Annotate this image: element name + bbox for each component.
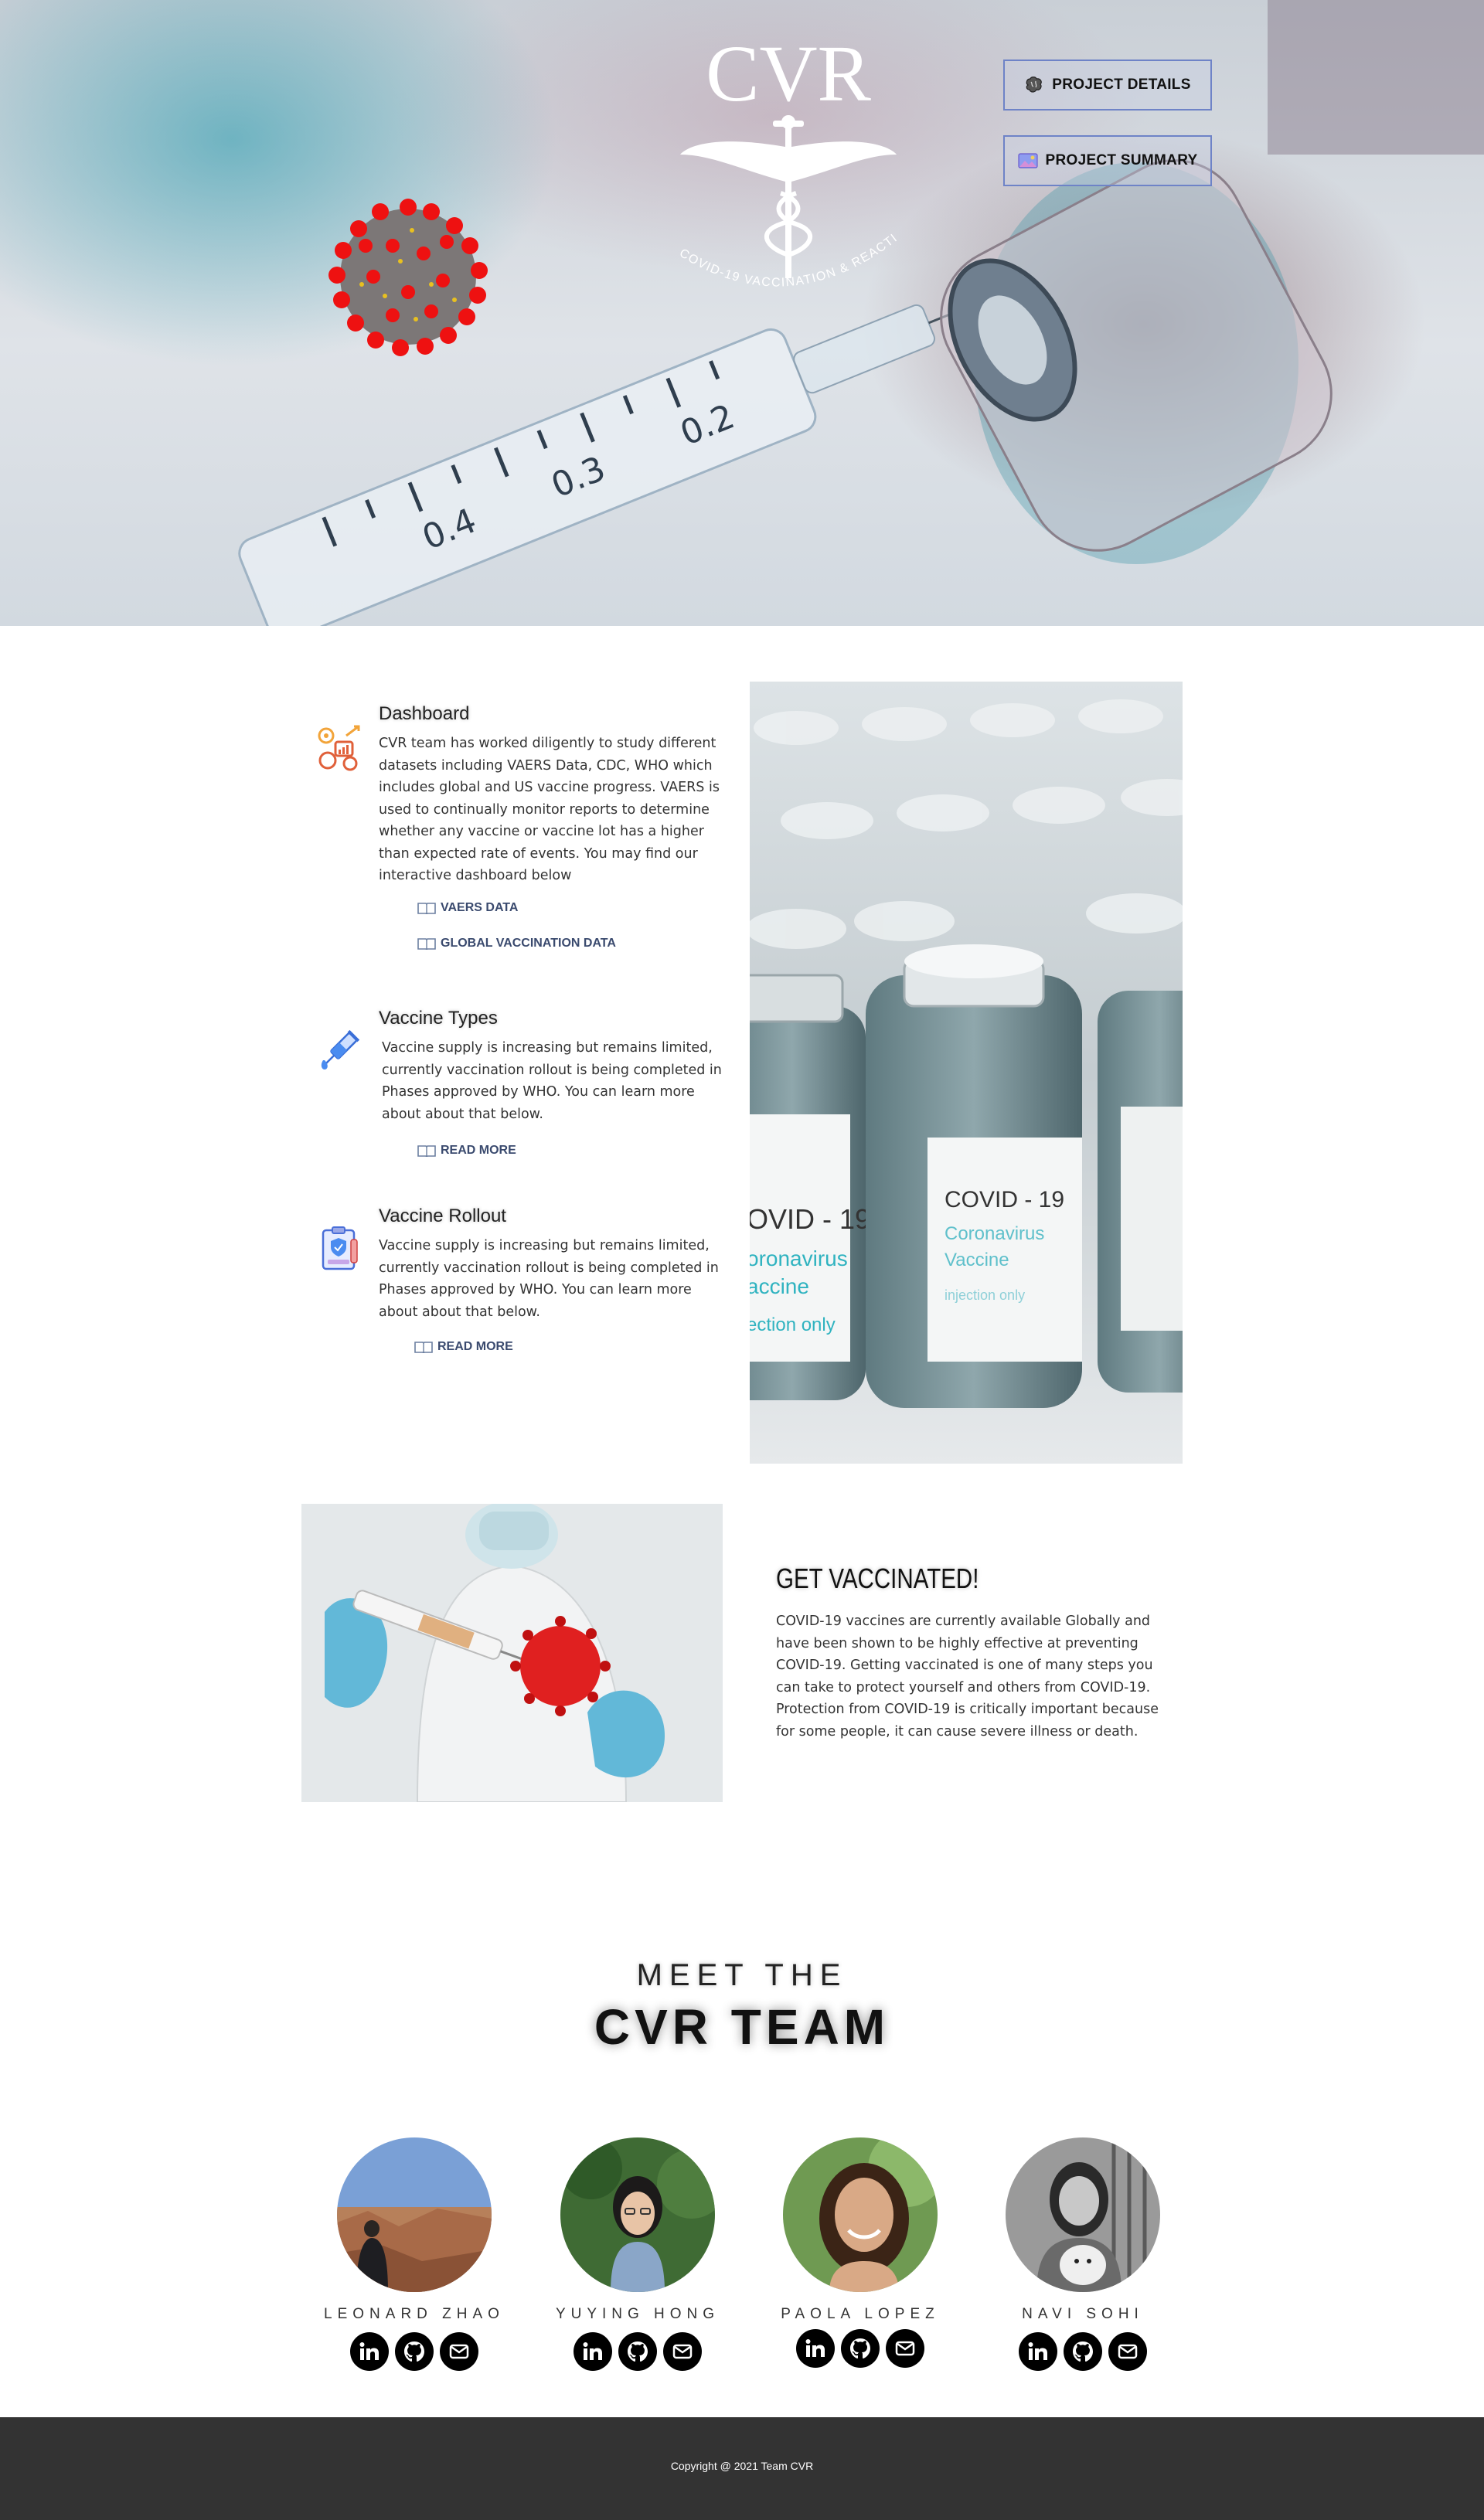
email-icon[interactable] bbox=[886, 2329, 924, 2368]
feature-vaccine-rollout: Vaccine Rollout Vaccine supply is increa… bbox=[315, 1206, 725, 1368]
project-summary-label: PROJECT SUMMARY bbox=[1045, 152, 1198, 168]
member-name: PAOLA LOPEZ bbox=[781, 2306, 940, 2322]
svg-text:ection only: ection only bbox=[750, 1314, 836, 1335]
book-icon bbox=[417, 938, 436, 950]
vaccine-types-read-more-link[interactable]: READ MORE bbox=[417, 1144, 516, 1158]
email-icon[interactable] bbox=[663, 2332, 702, 2371]
social-links bbox=[760, 2329, 961, 2368]
feature-vaccine-rollout-title: Vaccine Rollout bbox=[379, 1206, 506, 1226]
github-icon[interactable] bbox=[618, 2332, 657, 2371]
feature-dashboard-text: CVR team has worked diligently to study … bbox=[379, 736, 720, 883]
linkedin-icon[interactable] bbox=[1019, 2332, 1057, 2371]
read-more-label: READ MORE bbox=[437, 1340, 513, 1353]
team-member-card: YUYING HONG bbox=[537, 2137, 738, 2371]
dashboard-analytics-icon bbox=[318, 725, 360, 771]
team-member-card: NAVI SOHI bbox=[982, 2137, 1183, 2371]
clipboard-icon bbox=[322, 1226, 358, 1270]
project-summary-button[interactable]: PROJECT SUMMARY bbox=[1003, 135, 1212, 186]
avatar bbox=[1006, 2137, 1160, 2292]
project-details-button[interactable]: PROJECT DETAILS bbox=[1003, 60, 1212, 111]
feature-vaccine-types-title: Vaccine Types bbox=[379, 1008, 498, 1029]
syringe-icon bbox=[321, 1029, 360, 1070]
avatar bbox=[337, 2137, 492, 2292]
feature-dashboard-title: Dashboard bbox=[379, 703, 470, 724]
member-name: NAVI SOHI bbox=[1022, 2306, 1144, 2322]
vaers-data-link[interactable]: VAERS DATA bbox=[417, 901, 518, 915]
book-icon bbox=[414, 1342, 433, 1353]
email-icon[interactable] bbox=[440, 2332, 478, 2371]
vial-left-label: OVID - 19 bbox=[750, 1203, 870, 1235]
footer: Copyright @ 2021 Team CVR bbox=[0, 2417, 1484, 2520]
github-icon[interactable] bbox=[1064, 2332, 1102, 2371]
linkedin-icon[interactable] bbox=[574, 2332, 612, 2371]
vaers-data-label: VAERS DATA bbox=[441, 901, 519, 914]
hero-banner: 0.4 0.3 0.2 CVR COVID-19 VACCINATION & R… bbox=[0, 0, 1484, 626]
feature-dashboard: Dashboard CVR team has worked diligently… bbox=[315, 703, 725, 958]
linkedin-icon[interactable] bbox=[796, 2329, 835, 2368]
vaccine-rollout-read-more-link[interactable]: READ MORE bbox=[414, 1340, 513, 1354]
avatar bbox=[560, 2137, 715, 2292]
svg-text:Coronavirus: Coronavirus bbox=[945, 1223, 1044, 1244]
team-member-card: LEONARD ZHAO bbox=[314, 2137, 515, 2371]
svg-text:accine: accine bbox=[750, 1274, 809, 1298]
feature-vaccine-rollout-text: Vaccine supply is increasing but remains… bbox=[379, 1238, 719, 1320]
github-icon[interactable] bbox=[395, 2332, 434, 2371]
book-icon bbox=[417, 1145, 436, 1157]
svg-text:oronavirus: oronavirus bbox=[750, 1246, 848, 1270]
project-details-label: PROJECT DETAILS bbox=[1052, 77, 1191, 93]
image-icon bbox=[1017, 153, 1038, 168]
avatar bbox=[783, 2137, 938, 2292]
social-links bbox=[314, 2332, 515, 2371]
book-icon bbox=[417, 903, 436, 914]
vaccine-vials-image: OVID - 19 oronavirus accine ection only … bbox=[750, 682, 1183, 1464]
social-links bbox=[982, 2332, 1183, 2371]
team-title: CVR TEAM bbox=[594, 1999, 890, 2055]
vial-right-label: COVID - 19 bbox=[945, 1187, 1064, 1212]
virus-icon bbox=[328, 199, 488, 356]
svg-text:injection only: injection only bbox=[945, 1287, 1025, 1303]
feature-vaccine-types: Vaccine Types Vaccine supply is increasi… bbox=[315, 1008, 725, 1170]
copyright-text: Copyright @ 2021 Team CVR bbox=[670, 2460, 814, 2472]
github-icon[interactable] bbox=[841, 2329, 880, 2368]
member-name: LEONARD ZHAO bbox=[324, 2306, 505, 2322]
email-icon[interactable] bbox=[1108, 2332, 1147, 2371]
global-vaccination-data-label: GLOBAL VACCINATION DATA bbox=[441, 937, 616, 950]
get-vaccinated-title: GET VACCINATED! bbox=[776, 1563, 979, 1594]
brain-icon bbox=[1026, 77, 1043, 93]
member-name: YUYING HONG bbox=[555, 2306, 720, 2322]
social-links bbox=[537, 2332, 738, 2371]
get-vaccinated-text: COVID-19 vaccines are currently availabl… bbox=[776, 1614, 1159, 1740]
logo-text: CVR bbox=[706, 29, 871, 118]
cvr-logo[interactable]: CVR COVID-19 VACCINATION & REACTIONS bbox=[659, 13, 912, 317]
global-vaccination-data-link[interactable]: GLOBAL VACCINATION DATA bbox=[417, 937, 616, 951]
linkedin-icon[interactable] bbox=[350, 2332, 389, 2371]
meet-the-kicker: MEET THE bbox=[636, 1958, 848, 1992]
feature-vaccine-types-text: Vaccine supply is increasing but remains… bbox=[382, 1040, 722, 1122]
vaccination-photo bbox=[301, 1504, 723, 1802]
team-member-card: PAOLA LOPEZ bbox=[760, 2137, 961, 2368]
read-more-label: READ MORE bbox=[441, 1144, 516, 1157]
svg-text:Vaccine: Vaccine bbox=[945, 1250, 1009, 1270]
